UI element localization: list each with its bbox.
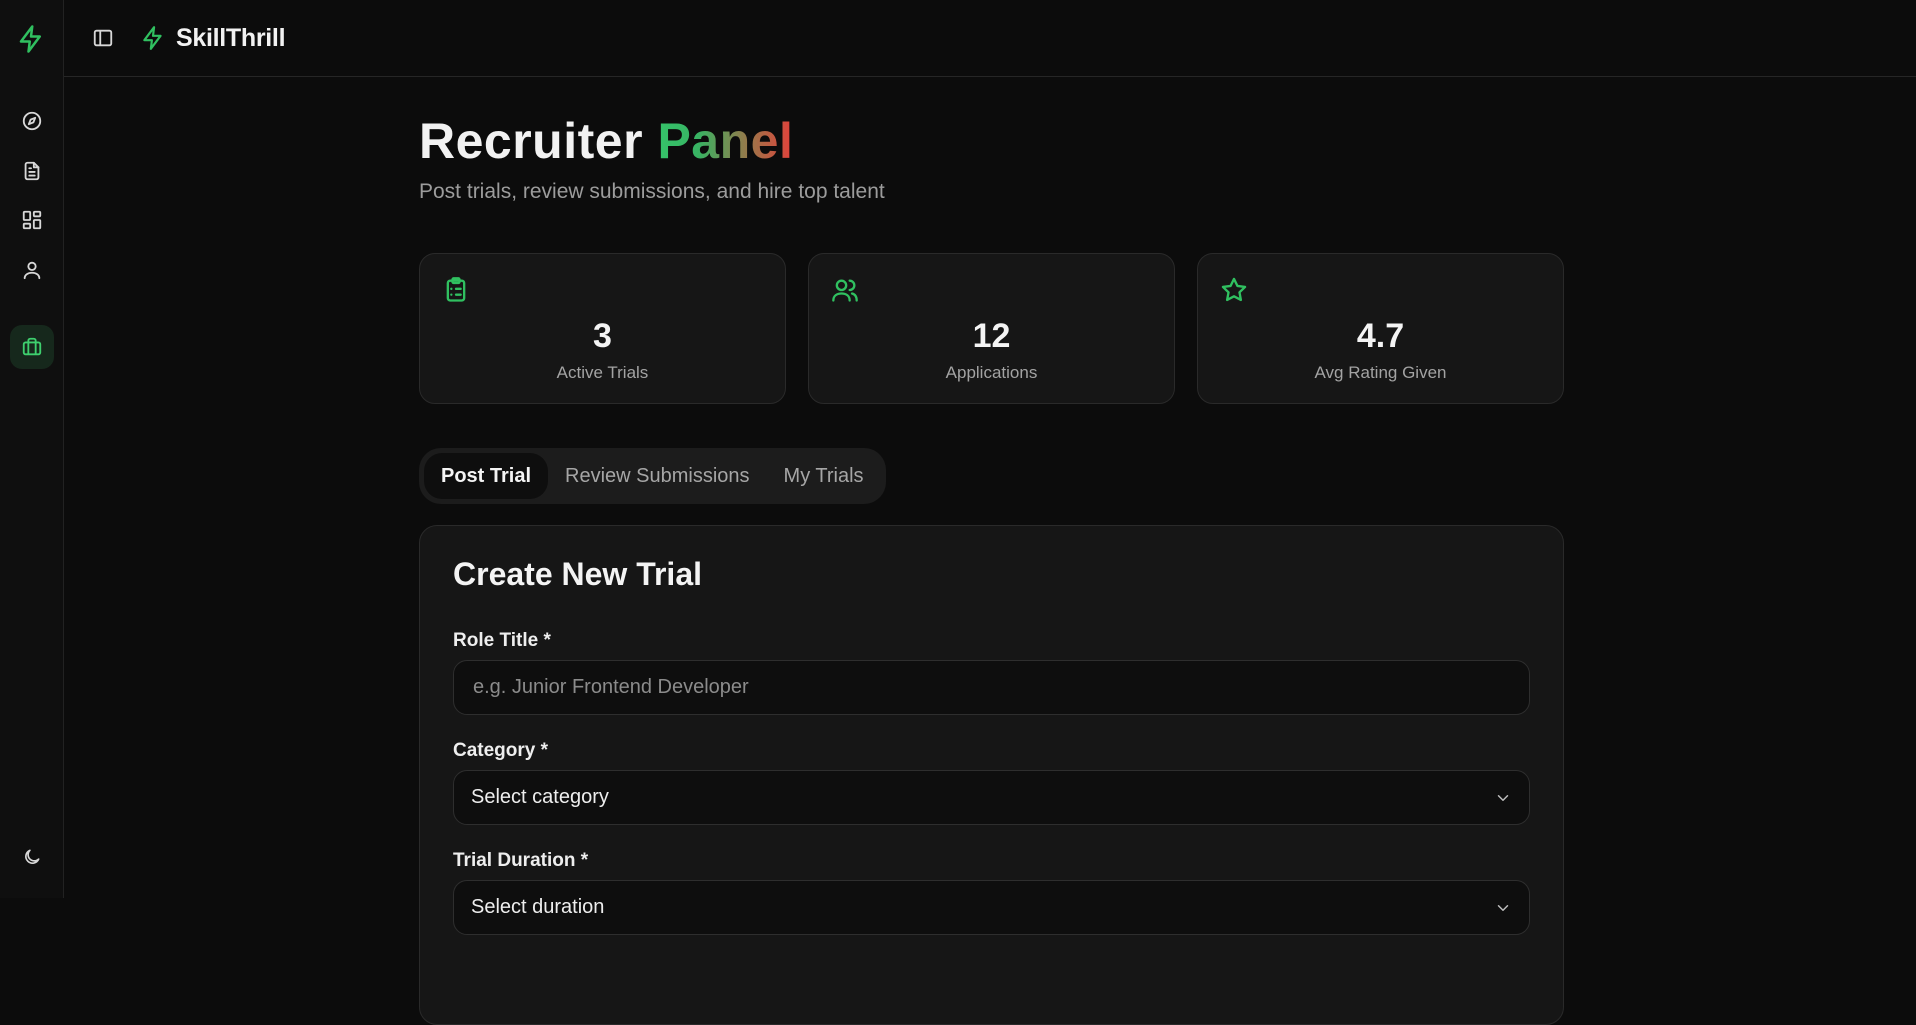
- rail-item-explore[interactable]: [10, 99, 54, 143]
- form-title: Create New Trial: [453, 556, 702, 592]
- stat-card-active-trials: 3 Active Trials: [419, 253, 786, 404]
- rail-item-recruiter[interactable]: [10, 325, 54, 369]
- brand-name: SkillThrill: [176, 23, 286, 52]
- category-select-value: Select category: [471, 786, 609, 808]
- chevron-down-icon: [1497, 904, 1509, 911]
- role-title-label: Role Title *: [453, 630, 551, 651]
- main-content: Recruiter Panel Post trials, review subm…: [419, 77, 1564, 1025]
- icon-rail: [0, 0, 64, 898]
- page-title-highlight: Panel: [657, 113, 794, 169]
- stats-row: 3 Active Trials 12 Applications 4.7 Avg …: [419, 253, 1564, 404]
- moon-icon: [25, 849, 40, 864]
- role-title-input[interactable]: [471, 675, 1512, 700]
- page-title: Recruiter Panel: [419, 112, 1564, 170]
- brand[interactable]: SkillThrill: [140, 22, 286, 54]
- clipboard-list-icon: [446, 277, 466, 302]
- trial-duration-select-value: Select duration: [471, 896, 605, 918]
- sidebar-toggle-button[interactable]: [90, 25, 116, 51]
- tab-review-submissions[interactable]: Review Submissions: [548, 453, 767, 499]
- logo-bolt-icon[interactable]: [15, 23, 47, 55]
- rail-item-documents[interactable]: [10, 149, 54, 193]
- user-icon: [23, 261, 41, 280]
- role-title-field: [453, 660, 1530, 715]
- tab-my-trials[interactable]: My Trials: [767, 453, 881, 499]
- bolt-icon: [143, 26, 162, 50]
- dashboard-icon: [22, 210, 42, 230]
- stat-label: Applications: [945, 363, 1038, 382]
- theme-toggle[interactable]: [10, 835, 54, 879]
- rail-item-dashboard[interactable]: [10, 198, 54, 242]
- stat-label: Active Trials: [556, 363, 649, 382]
- create-trial-form: Create New Trial Role Title * Category *…: [419, 525, 1564, 1025]
- stat-value: 4.7: [1356, 317, 1405, 355]
- users-icon: [832, 279, 858, 302]
- sidebar-panel-icon: [93, 29, 113, 47]
- compass-icon: [22, 111, 42, 131]
- category-select[interactable]: Select category: [453, 770, 1530, 825]
- stat-label: Avg Rating Given: [1314, 363, 1447, 382]
- rail-item-profile[interactable]: [10, 248, 54, 292]
- page-title-text: Recruiter: [419, 113, 658, 169]
- star-icon: [1221, 277, 1247, 302]
- trial-duration-label: Trial Duration *: [453, 850, 589, 871]
- stat-card-applications: 12 Applications: [808, 253, 1175, 404]
- trial-duration-select[interactable]: Select duration: [453, 880, 1530, 935]
- tab-bar: Post Trial Review Submissions My Trials: [419, 448, 886, 504]
- briefcase-icon: [22, 337, 42, 356]
- file-text-icon: [24, 161, 40, 181]
- page-subtitle: Post trials, review submissions, and hir…: [419, 180, 885, 203]
- top-bar: SkillThrill: [64, 0, 1916, 77]
- tab-post-trial[interactable]: Post Trial: [424, 453, 549, 499]
- stat-value: 12: [972, 317, 1011, 355]
- stat-value: 3: [593, 317, 612, 355]
- stat-card-avg-rating: 4.7 Avg Rating Given: [1197, 253, 1564, 404]
- chevron-down-icon: [1497, 794, 1509, 801]
- category-label: Category *: [453, 740, 549, 761]
